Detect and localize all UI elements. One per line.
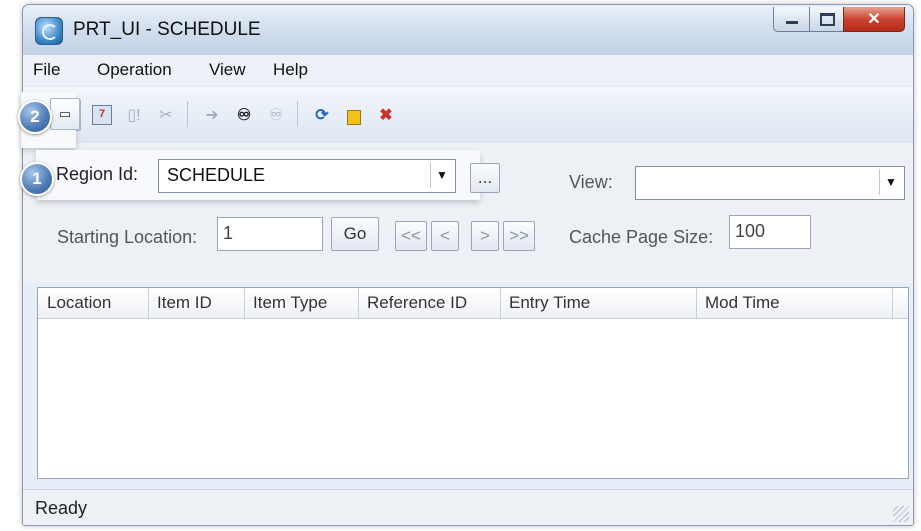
minimize-icon [786, 20, 798, 24]
browse-region-button[interactable]: ... [470, 163, 500, 193]
close-icon: ✕ [867, 11, 881, 28]
go-button[interactable]: Go [331, 217, 379, 251]
view-label: View: [569, 172, 613, 192]
window-title: PRT_UI - SCHEDULE [73, 19, 261, 40]
lock-button[interactable] [339, 99, 369, 131]
tools-icon: ✂ [159, 107, 173, 124]
refresh-button[interactable]: ⟳ [307, 99, 337, 131]
delete-button[interactable]: ✖ [371, 99, 401, 131]
column-header-item-type[interactable]: Item Type [244, 288, 359, 318]
chevron-down-icon[interactable]: ▼ [430, 162, 453, 188]
document-alert-icon: ▯! [127, 107, 141, 124]
minimize-button[interactable] [773, 7, 811, 32]
toolbar-separator [187, 101, 188, 127]
toolbar: ▭ 7 ▯! ✂ ➜ ♾ ♾ ⟳ ✖ [23, 87, 913, 144]
column-header-label: Mod Time [705, 293, 780, 312]
calendar-button[interactable]: 7 [87, 99, 117, 131]
column-header-label: Item Type [253, 293, 328, 312]
new-item-icon: ▭ [58, 106, 72, 121]
nav-next-button[interactable]: > [471, 221, 499, 251]
column-header-location[interactable]: Location [38, 288, 149, 318]
cache-page-size-label: Cache Page Size: [569, 227, 714, 247]
view-select[interactable]: ▼ [635, 166, 905, 200]
maximize-icon [819, 12, 835, 26]
status-bar: Ready [23, 489, 913, 525]
chevron-down-icon[interactable]: ▼ [879, 169, 902, 195]
arrow-right-button[interactable]: ➜ [197, 99, 227, 131]
menu-file[interactable]: File [33, 60, 60, 80]
app-window: PRT_UI - SCHEDULE ✕ File Operation View … [22, 4, 914, 526]
region-id-select[interactable]: SCHEDULE ▼ [158, 159, 456, 193]
column-header-mod-time[interactable]: Mod Time [696, 288, 893, 318]
column-header-label: Location [47, 293, 112, 312]
column-header-label: Entry Time [509, 293, 591, 312]
refresh-icon: ⟳ [315, 107, 329, 124]
document-alert-button[interactable]: ▯! [119, 99, 149, 131]
region-id-value: SCHEDULE [167, 165, 266, 185]
column-header-reference-id[interactable]: Reference ID [358, 288, 501, 318]
new-item-button-highlight[interactable]: ▭ [50, 98, 80, 130]
resize-grip-icon[interactable] [893, 506, 909, 522]
calendar-icon: 7 [92, 105, 112, 125]
binoculars-icon: ♾ [236, 107, 252, 124]
maximize-button[interactable] [809, 7, 845, 32]
close-button[interactable]: ✕ [843, 7, 905, 32]
column-header-label: Item ID [157, 293, 212, 312]
column-header-entry-time[interactable]: Entry Time [500, 288, 697, 318]
binoculars-filter-icon: ♾ [268, 107, 284, 124]
column-header-label: Reference ID [367, 293, 468, 312]
title-bar[interactable]: PRT_UI - SCHEDULE ✕ [23, 5, 913, 55]
nav-last-button[interactable]: >> [503, 221, 535, 251]
find-button[interactable]: ♾ [229, 99, 259, 131]
cache-page-size-input[interactable]: 100 [729, 215, 811, 249]
results-grid[interactable]: Location Item ID Item Type Reference ID … [37, 287, 909, 479]
region-id-label: Region Id: [56, 164, 139, 184]
starting-location-label: Starting Location: [57, 227, 198, 247]
menu-bar: File Operation View Help [23, 55, 913, 85]
nav-first-button[interactable]: << [395, 221, 427, 251]
status-text: Ready [35, 498, 88, 518]
starting-location-input[interactable]: 1 [217, 217, 323, 251]
starting-location-value: 1 [223, 223, 234, 243]
menu-help[interactable]: Help [273, 60, 308, 80]
tools-button[interactable]: ✂ [151, 99, 181, 131]
grid-header: Location Item ID Item Type Reference ID … [38, 288, 908, 319]
callout-highlight-region: Region Id: SCHEDULE ▼ [36, 150, 480, 200]
app-icon [35, 17, 63, 45]
menu-operation[interactable]: Operation [97, 60, 172, 80]
column-header-item-id[interactable]: Item ID [148, 288, 245, 318]
delete-icon: ✖ [379, 107, 393, 124]
toolbar-separator [297, 101, 298, 127]
lock-icon [347, 109, 361, 125]
callout-badge-1: 1 [20, 162, 54, 196]
cache-page-size-value: 100 [735, 221, 766, 241]
callout-badge-2: 2 [18, 100, 52, 134]
arrow-right-icon: ➜ [205, 107, 219, 124]
find-filter-button[interactable]: ♾ [261, 99, 291, 131]
nav-prev-button[interactable]: < [431, 221, 459, 251]
menu-view[interactable]: View [209, 60, 246, 80]
